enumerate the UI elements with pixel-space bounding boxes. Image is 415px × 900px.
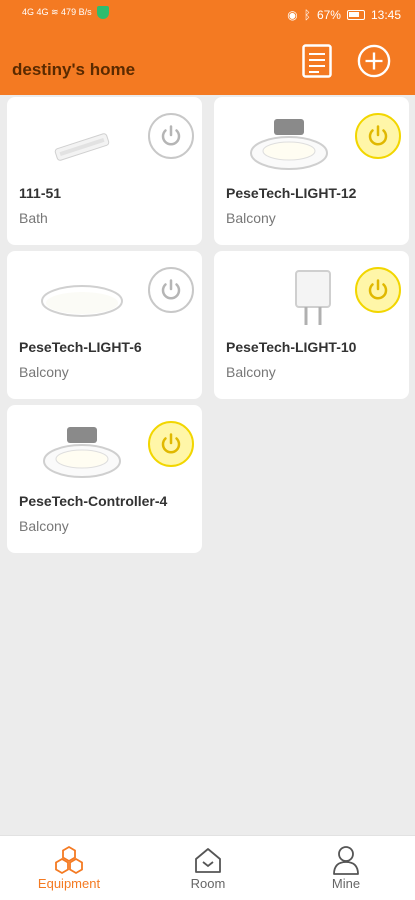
power-icon <box>368 279 388 300</box>
device-room: Balcony <box>226 210 276 226</box>
equipment-hexagon-icon <box>55 845 83 875</box>
person-icon <box>333 846 359 875</box>
device-room: Balcony <box>19 364 69 380</box>
device-room: Balcony <box>19 518 69 534</box>
bottom-tab-bar: Equipment Room Mine <box>0 835 415 900</box>
tab-label: Room <box>190 876 226 891</box>
list-document-icon <box>302 44 332 78</box>
device-name: PeseTech-LIGHT-12 <box>226 185 357 201</box>
top-bar: 4G 4G ≋ 479 B/s ◉ ᛒ 67% 13:45 destiny's … <box>0 0 415 95</box>
power-icon <box>161 279 181 300</box>
downlight-icon <box>250 119 328 170</box>
bluetooth-icon: ᛒ <box>303 8 311 22</box>
power-icon <box>368 125 388 146</box>
security-shield-icon <box>96 6 109 19</box>
status-left: 4G 4G ≋ 479 B/s <box>22 6 109 19</box>
house-icon <box>195 848 221 873</box>
add-device-button[interactable] <box>357 44 391 78</box>
tab-label: Mine <box>331 876 361 891</box>
device-card-pesetech-light-10[interactable]: PeseTech-LIGHT-10 Balcony <box>214 251 409 399</box>
power-toggle-button[interactable] <box>148 421 194 467</box>
clock: 13:45 <box>370 8 401 22</box>
device-room: Balcony <box>226 364 276 380</box>
power-toggle-button[interactable] <box>148 267 194 313</box>
device-room: Bath <box>19 210 48 226</box>
status-bar: 4G 4G ≋ 479 B/s ◉ ᛒ 67% 13:45 <box>0 0 415 30</box>
device-name: 111-51 <box>19 185 62 201</box>
tab-label: Equipment <box>37 876 101 891</box>
device-card-111-51[interactable]: 111-51 Bath <box>7 97 202 245</box>
tab-room[interactable]: Room <box>163 844 253 891</box>
home-title[interactable]: destiny's home <box>12 60 135 80</box>
device-name: PeseTech-LIGHT-6 <box>19 339 142 355</box>
power-toggle-button[interactable] <box>355 113 401 159</box>
device-name: PeseTech-LIGHT-10 <box>226 339 357 355</box>
plus-circle-icon <box>357 44 391 78</box>
network-info: 4G 4G ≋ 479 B/s <box>22 7 92 17</box>
tab-mine[interactable]: Mine <box>301 844 391 891</box>
light-bar-icon <box>54 133 110 161</box>
device-card-pesetech-controller-4[interactable]: PeseTech-Controller-4 Balcony <box>7 405 202 553</box>
power-toggle-button[interactable] <box>355 267 401 313</box>
device-name: PeseTech-Controller-4 <box>19 493 168 509</box>
tab-equipment[interactable]: Equipment <box>24 844 114 891</box>
status-right: ◉ ᛒ 67% 13:45 <box>287 8 401 22</box>
battery-percent: 67% <box>316 8 341 22</box>
plug-icon <box>295 270 331 325</box>
panel-light-icon <box>41 285 123 317</box>
power-icon <box>161 125 181 146</box>
device-list-button[interactable] <box>300 44 334 78</box>
device-card-pesetech-light-12[interactable]: PeseTech-LIGHT-12 Balcony <box>214 97 409 245</box>
eye-icon: ◉ <box>287 8 298 22</box>
power-icon <box>161 433 181 454</box>
device-card-pesetech-light-6[interactable]: PeseTech-LIGHT-6 Balcony <box>7 251 202 399</box>
downlight-icon <box>43 427 121 478</box>
battery-icon <box>346 10 365 20</box>
power-toggle-button[interactable] <box>148 113 194 159</box>
